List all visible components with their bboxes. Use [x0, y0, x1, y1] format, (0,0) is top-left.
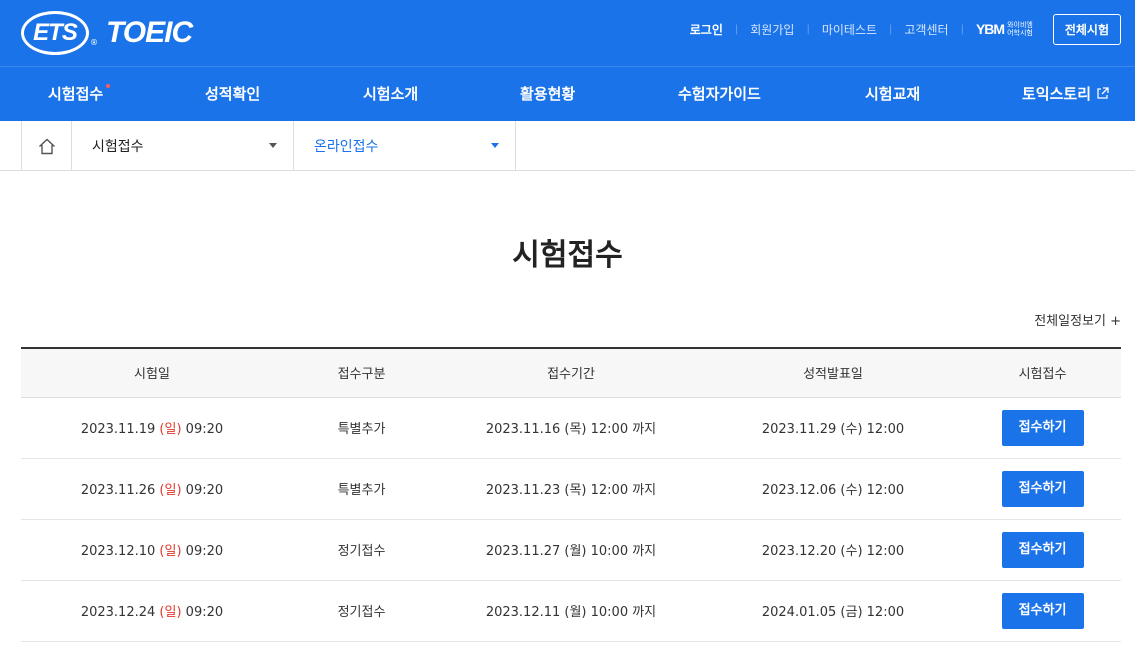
- col-header-apply-period: 접수기간: [440, 348, 702, 398]
- exam-date-cell: 2023.11.26 (일) 09:20: [21, 458, 283, 520]
- apply-type: 정기접수: [283, 580, 440, 642]
- nav-item-label: 토익스토리: [1022, 85, 1092, 103]
- nav-item-label: 시험교재: [865, 85, 921, 103]
- apply-type: 특별추가: [283, 397, 440, 459]
- apply-button[interactable]: 접수하기: [1001, 531, 1084, 568]
- all-tests-button[interactable]: 전체시험: [1052, 13, 1121, 45]
- nav-item-intro[interactable]: 시험소개: [363, 67, 418, 121]
- col-header-result-date: 성적발표일: [702, 348, 964, 398]
- depth1-value: 시험접수: [92, 139, 144, 155]
- ets-logo-text: ETS: [33, 19, 78, 46]
- table-row: 2023.12.24 (일) 09:20 정기접수 2023.12.11 (월)…: [21, 580, 1121, 642]
- apply-type: 특별추가: [283, 458, 440, 520]
- result-date: 2023.11.29 (수) 12:00: [702, 397, 964, 459]
- view-all-schedule-link[interactable]: 전체일정보기 +: [1034, 310, 1121, 329]
- apply-button[interactable]: 접수하기: [1001, 409, 1084, 446]
- col-header-exam-date: 시험일: [21, 348, 283, 398]
- new-dot-icon: [106, 84, 111, 88]
- col-header-apply: 시험접수: [964, 348, 1121, 398]
- divider: |: [889, 23, 893, 35]
- exam-day: (일): [159, 605, 182, 620]
- apply-button[interactable]: 접수하기: [1001, 470, 1084, 507]
- exam-time: 09:20: [185, 544, 224, 559]
- mytest-link[interactable]: 마이테스트: [822, 21, 877, 38]
- exam-date: 2023.11.26: [80, 483, 156, 498]
- result-date: 2024.01.05 (금) 12:00: [702, 580, 964, 642]
- ybm-logo-mark: YBM: [975, 21, 1005, 37]
- login-link[interactable]: 로그인: [690, 21, 723, 38]
- main-nav: 시험접수 성적확인 시험소개 활용현황 수험자가이드 시험교재 토익스토리: [0, 66, 1135, 121]
- nav-item-guide[interactable]: 수험자가이드: [678, 67, 761, 121]
- chevron-down-icon: [269, 143, 277, 148]
- exam-time: 09:20: [185, 422, 224, 437]
- result-date: 2023.12.06 (수) 12:00: [702, 458, 964, 520]
- home-button[interactable]: [21, 121, 72, 171]
- home-icon: [38, 138, 55, 154]
- result-date: 2023.12.20 (수) 12:00: [702, 519, 964, 581]
- apply-cell: 접수하기: [964, 580, 1121, 642]
- ets-toeic-logo[interactable]: ETS ® TOEIC: [21, 10, 193, 56]
- exam-time: 09:20: [185, 483, 224, 498]
- exam-day: (일): [159, 422, 182, 437]
- depth2-value: 온라인접수: [314, 139, 379, 155]
- ybm-caption-line1: 와이비엠: [1007, 21, 1033, 29]
- nav-item-label: 활용현황: [520, 85, 576, 103]
- apply-period: 2023.11.27 (월) 10:00 까지: [440, 519, 702, 581]
- exam-date: 2023.11.19: [80, 422, 156, 437]
- nav-item-label: 시험접수: [48, 85, 104, 103]
- support-link[interactable]: 고객센터: [904, 21, 948, 38]
- exam-date-cell: 2023.12.10 (일) 09:20: [21, 519, 283, 581]
- nav-item-label: 수험자가이드: [678, 85, 761, 103]
- external-link-icon: [1097, 86, 1109, 99]
- apply-period: 2023.12.11 (월) 10:00 까지: [440, 580, 702, 642]
- divider: |: [960, 23, 964, 35]
- exam-date: 2023.12.24: [80, 605, 156, 620]
- nav-item-label: 시험소개: [363, 85, 419, 103]
- top-header: ETS ® TOEIC 로그인 | 회원가입 | 마이테스트 | 고객센터 | …: [0, 0, 1135, 66]
- exam-date: 2023.12.10: [80, 544, 156, 559]
- apply-cell: 접수하기: [964, 458, 1121, 520]
- exam-date-cell: 2023.11.19 (일) 09:20: [21, 397, 283, 459]
- apply-cell: 접수하기: [964, 397, 1121, 459]
- table-row: 2023.12.10 (일) 09:20 정기접수 2023.11.27 (월)…: [21, 519, 1121, 581]
- apply-period: 2023.11.23 (목) 12:00 까지: [440, 458, 702, 520]
- divider: |: [806, 23, 810, 35]
- toeic-logo-text: TOEIC: [106, 16, 193, 49]
- registered-mark: ®: [90, 37, 98, 47]
- signup-link[interactable]: 회원가입: [750, 21, 794, 38]
- nav-item-story[interactable]: 토익스토리: [1022, 67, 1109, 121]
- depth2-select[interactable]: 온라인접수: [294, 121, 516, 171]
- apply-type: 정기접수: [283, 519, 440, 581]
- exam-date-cell: 2023.12.24 (일) 09:20: [21, 580, 283, 642]
- location-nav: 시험접수 온라인접수: [0, 121, 1135, 171]
- nav-item-usage[interactable]: 활용현황: [520, 67, 575, 121]
- ybm-caption-line2: 어학시험: [1007, 29, 1033, 37]
- apply-button[interactable]: 접수하기: [1001, 592, 1084, 629]
- exam-day: (일): [159, 483, 182, 498]
- exam-schedule-table: 시험일 접수구분 접수기간 성적발표일 시험접수 2023.11.19 (일) …: [21, 347, 1121, 642]
- nav-item-label: 성적확인: [205, 85, 261, 103]
- ybm-logo[interactable]: YBM 와이비엠 어학시험: [976, 21, 1033, 37]
- divider: |: [734, 23, 739, 35]
- table-row: 2023.11.19 (일) 09:20 특별추가 2023.11.16 (목)…: [21, 397, 1121, 459]
- table-header-row: 시험일 접수구분 접수기간 성적발표일 시험접수: [21, 348, 1121, 398]
- page-title: 시험접수: [512, 238, 623, 273]
- nav-item-score[interactable]: 성적확인: [205, 67, 260, 121]
- nav-item-books[interactable]: 시험교재: [865, 67, 920, 121]
- ets-logo-oval: ETS: [21, 11, 89, 55]
- exam-time: 09:20: [185, 605, 224, 620]
- nav-item-apply[interactable]: 시험접수: [48, 67, 111, 121]
- utility-nav: 로그인 | 회원가입 | 마이테스트 | 고객센터 | YBM 와이비엠 어학시험…: [690, 13, 1121, 45]
- apply-cell: 접수하기: [964, 519, 1121, 581]
- table-row: 2023.11.26 (일) 09:20 특별추가 2023.11.23 (목)…: [21, 458, 1121, 520]
- exam-day: (일): [159, 544, 182, 559]
- col-header-apply-type: 접수구분: [283, 348, 440, 398]
- ybm-logo-caption: 와이비엠 어학시험: [1007, 21, 1033, 37]
- apply-period: 2023.11.16 (목) 12:00 까지: [440, 397, 702, 459]
- depth1-select[interactable]: 시험접수: [72, 121, 294, 171]
- chevron-down-icon: [491, 143, 499, 148]
